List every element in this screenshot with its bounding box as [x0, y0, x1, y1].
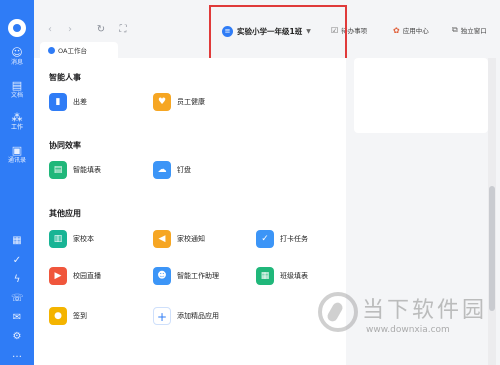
- left-sidebar: ☺ 消息 ▤ 文档 ⁂ 工作 ▣ 通讯录 ▦ ✓ ϟ ☏ ✉ ⚙ …: [0, 0, 34, 365]
- nav-item-messages[interactable]: ☺ 消息: [0, 47, 34, 67]
- megaphone-icon: ◀: [153, 230, 171, 248]
- grid-icon: ⁂: [11, 111, 23, 124]
- mail-icon[interactable]: ✉: [11, 312, 23, 324]
- settings-icon[interactable]: ⚙: [11, 331, 23, 343]
- calendar-icon[interactable]: ▦: [11, 235, 23, 247]
- app-smart-assistant[interactable]: ☻ 智能工作助理: [153, 267, 219, 285]
- app-campus-live[interactable]: ▶ 校园直播: [49, 267, 101, 285]
- section-title-hr: 智能人事: [49, 73, 81, 82]
- app-home-school-notice[interactable]: ◀ 家校通知: [153, 230, 205, 248]
- nav-item-contacts[interactable]: ▣ 通讯录: [0, 145, 34, 165]
- tab-icon: [48, 46, 55, 54]
- tab-oa-workbench[interactable]: OA工作台: [40, 42, 118, 58]
- tv-icon: ▶: [49, 267, 67, 285]
- nav-item-work[interactable]: ⁂ 工作: [0, 112, 34, 132]
- phone-icon[interactable]: ☏: [11, 293, 24, 305]
- suitcase-icon: ▮: [49, 93, 67, 111]
- forward-arrow-icon[interactable]: ›: [64, 24, 76, 36]
- refresh-icon[interactable]: ↻: [95, 24, 107, 36]
- watermark-brand: 当下软件园: [362, 298, 488, 323]
- detach-window-button[interactable]: ⧉ 独立窗口: [452, 25, 487, 35]
- lightning-icon[interactable]: ϟ: [11, 274, 23, 286]
- watermark: 当下软件园 www.downxia.com: [318, 290, 500, 360]
- app-sign-in[interactable]: ● 签到: [49, 307, 87, 325]
- back-arrow-icon[interactable]: ‹: [44, 24, 56, 36]
- app-smart-form[interactable]: ▤ 智能填表: [49, 161, 101, 179]
- app-checkin-task[interactable]: ✓ 打卡任务: [256, 230, 308, 248]
- section-title-collab: 协同效率: [49, 141, 81, 150]
- highlight-box: [209, 5, 347, 64]
- fullscreen-icon[interactable]: ⛶: [117, 24, 129, 36]
- app-business-trip[interactable]: ▮ 出差: [49, 93, 87, 111]
- robot-icon: ☻: [153, 267, 171, 285]
- document-icon: ▤: [11, 79, 23, 92]
- add-app-button[interactable]: + 添加精品应用: [153, 307, 219, 325]
- window-icon: ⧉: [452, 25, 458, 34]
- watermark-url: www.downxia.com: [366, 325, 450, 335]
- workbench-content: 智能人事 ▮ 出差 ♥ 员工健康 协同效率 ▤ 智能填表 ☁ 钉盘 其他应用 ▥…: [34, 58, 346, 365]
- contacts-icon: ▣: [11, 144, 23, 157]
- check-icon[interactable]: ✓: [11, 255, 23, 267]
- watermark-logo-icon: [318, 292, 358, 332]
- plus-icon: +: [153, 307, 171, 325]
- app-logo: [8, 19, 26, 37]
- app-center-icon: ✿: [393, 25, 400, 35]
- app-employee-health[interactable]: ♥ 员工健康: [153, 93, 205, 111]
- app-ding-disk[interactable]: ☁ 钉盘: [153, 161, 191, 179]
- book-icon: ▥: [49, 230, 67, 248]
- table-icon: ▦: [256, 267, 274, 285]
- app-class-form[interactable]: ▦ 班级填表: [256, 267, 308, 285]
- location-icon: ●: [49, 307, 67, 325]
- section-title-other: 其他应用: [49, 209, 81, 218]
- app-center-button[interactable]: ✿ 应用中心: [393, 25, 429, 36]
- more-icon[interactable]: …: [11, 349, 23, 361]
- form-icon: ▤: [49, 161, 67, 179]
- nav-item-docs[interactable]: ▤ 文档: [0, 80, 34, 100]
- heart-icon: ♥: [153, 93, 171, 111]
- checkin-icon: ✓: [256, 230, 274, 248]
- side-card: [354, 58, 488, 133]
- app-home-school-book[interactable]: ▥ 家校本: [49, 230, 94, 248]
- chat-icon: ☺: [11, 46, 23, 59]
- cloud-icon: ☁: [153, 161, 171, 179]
